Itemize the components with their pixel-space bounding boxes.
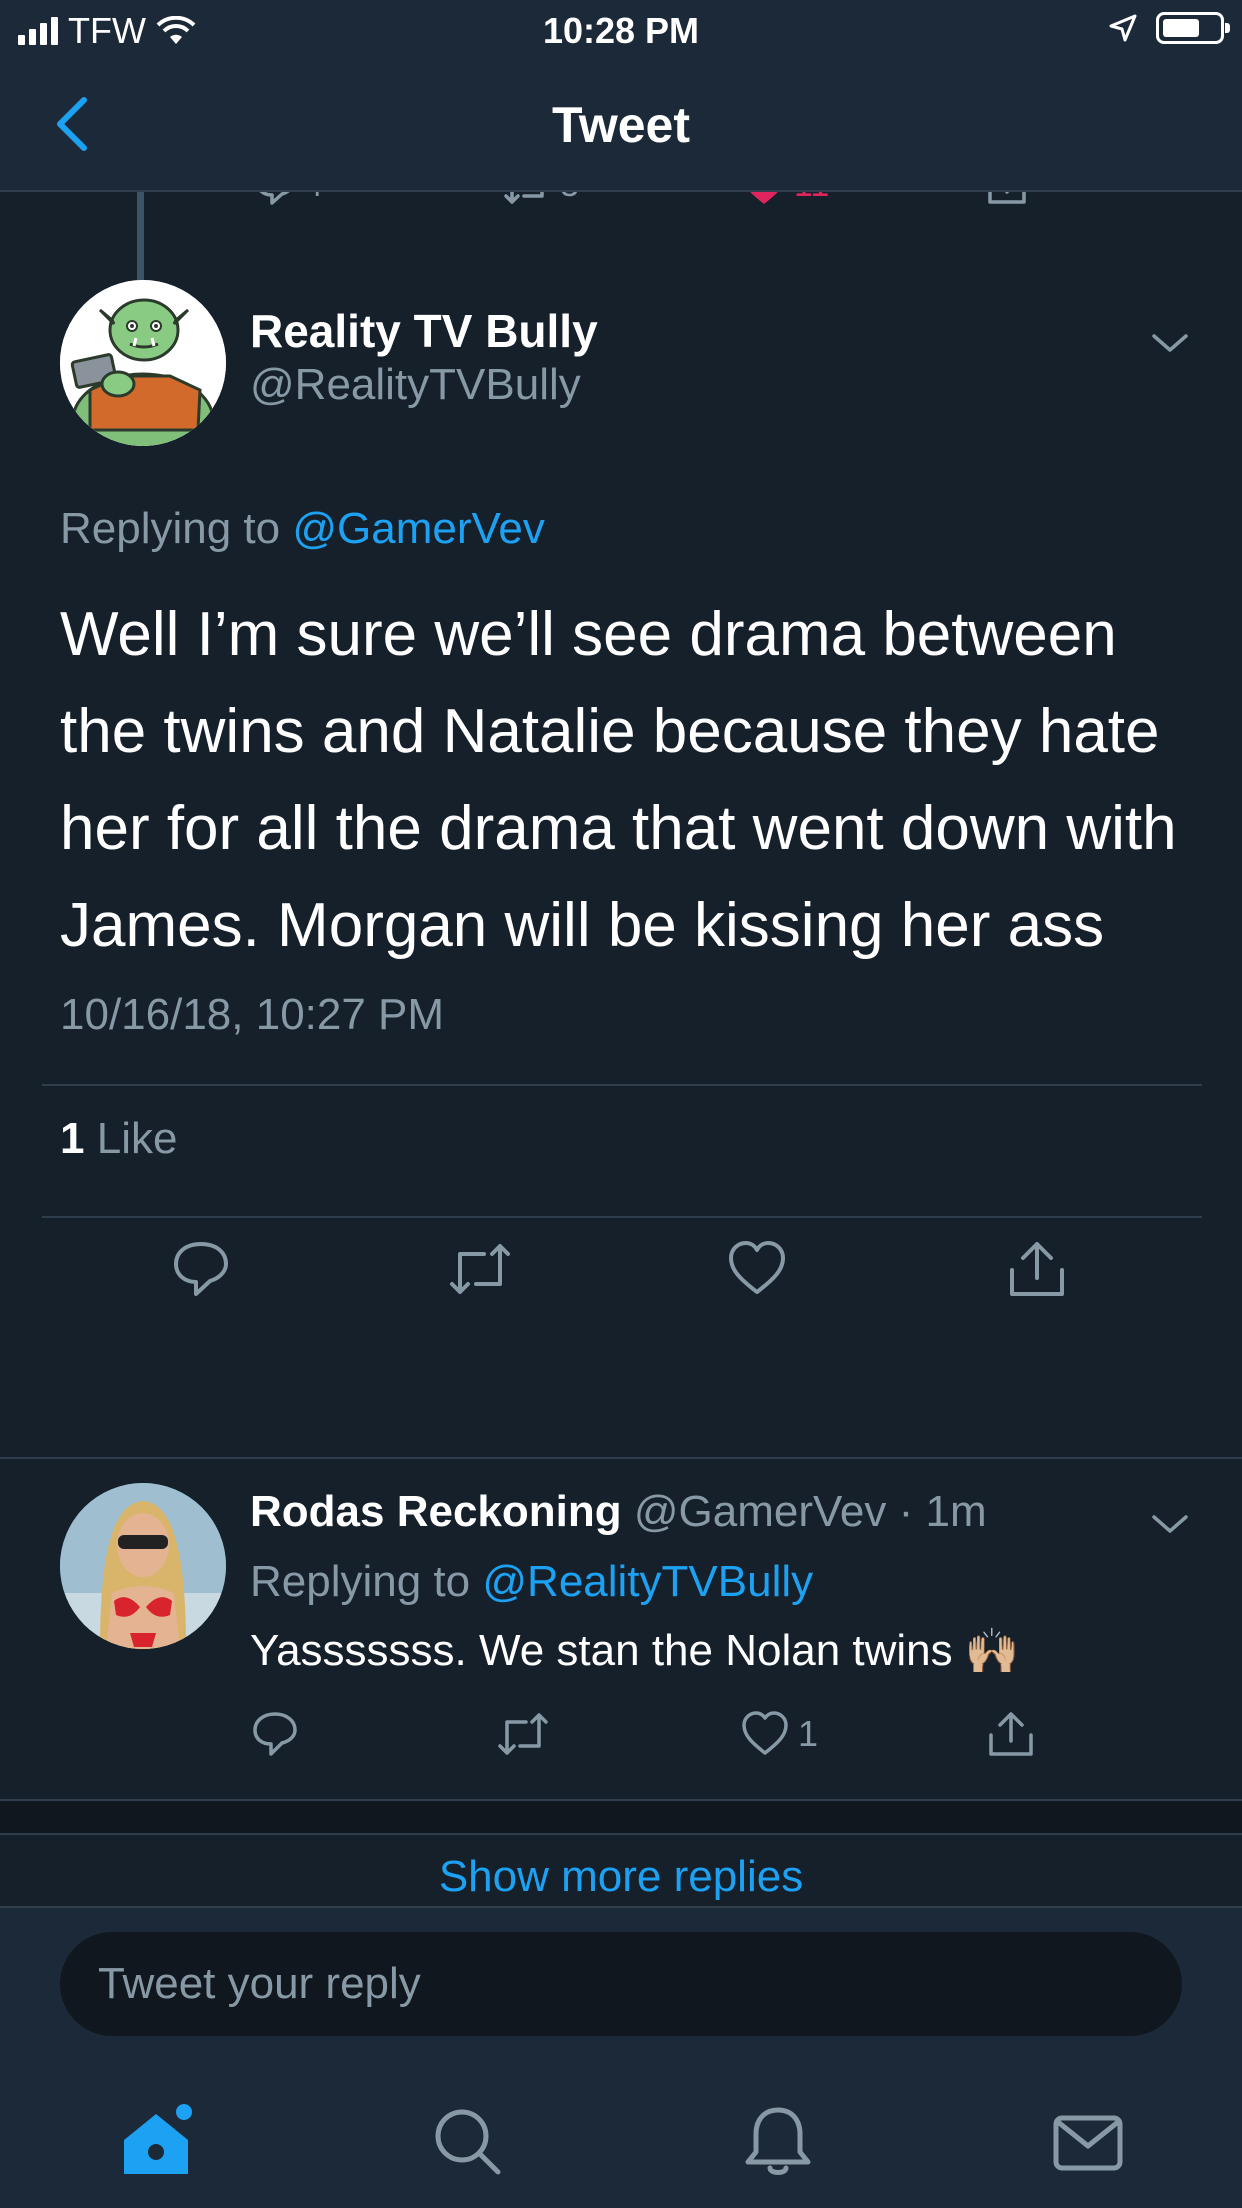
reply-header: Rodas Reckoning @GamerVev · 1m — [250, 1487, 987, 1537]
tweet-detail: 4 3 11 — [0, 192, 1242, 1906]
author-handle[interactable]: @RealityTVBully — [250, 360, 581, 410]
share-button[interactable] — [986, 1709, 1036, 1759]
home-icon[interactable] — [116, 2102, 196, 2182]
replying-mention-link[interactable]: @GamerVev — [292, 504, 545, 553]
tweet-actions — [0, 1238, 1242, 1308]
previous-tweet-actions: 4 3 11 — [0, 192, 1242, 222]
reply-tweet[interactable]: Rodas Reckoning @GamerVev · 1m Replying … — [0, 1457, 1242, 1799]
reply-body: Yasssssss. We stan the Nolan twins — [250, 1626, 953, 1675]
previous-retweet-count: 3 — [560, 192, 579, 205]
replying-to: Replying to @GamerVev — [60, 504, 545, 554]
notifications-icon[interactable] — [738, 2102, 818, 2182]
battery-icon — [1156, 12, 1230, 44]
tweet-timestamp: 10/16/18, 10:27 PM — [60, 990, 445, 1039]
likes-count-link[interactable]: 1 Like — [60, 1114, 177, 1164]
replying-prefix: Replying to — [250, 1557, 471, 1606]
show-more-replies-link[interactable]: Show more replies — [0, 1852, 1242, 1902]
replying-to: Replying to @RealityTVBully — [250, 1557, 813, 1607]
profile-photo — [60, 1483, 226, 1649]
messages-icon[interactable] — [1048, 2102, 1128, 2182]
previous-share-button[interactable] — [984, 192, 1030, 208]
page-title: Tweet — [552, 97, 690, 153]
like-label: Like — [96, 1114, 178, 1163]
heart-icon[interactable] — [726, 1238, 788, 1300]
author-name[interactable]: Reality TV Bully — [250, 304, 598, 358]
location-icon — [1109, 14, 1137, 42]
reply-text: Yasssssss. We stan the Nolan twins 🙌🏼 — [250, 1625, 1019, 1677]
nav-bar: Tweet — [0, 60, 1242, 192]
retweet-icon — [504, 192, 544, 204]
previous-like-button[interactable]: 11 — [740, 192, 829, 208]
avatar[interactable] — [60, 1483, 226, 1649]
heart-icon — [742, 1711, 788, 1755]
previous-reply-count: 4 — [304, 192, 323, 205]
previous-reply-button[interactable]: 4 — [252, 192, 323, 208]
avatar[interactable] — [60, 280, 226, 446]
reply-author-name[interactable]: Rodas Reckoning — [250, 1487, 622, 1536]
raised-hands-emoji: 🙌🏼 — [964, 1627, 1020, 1676]
reply-icon[interactable] — [170, 1238, 232, 1300]
retweet-icon[interactable] — [444, 1238, 516, 1300]
heart-filled-icon — [750, 192, 778, 204]
replying-mention-link[interactable]: @RealityTVBully — [482, 1557, 813, 1606]
share-icon — [989, 1712, 1033, 1756]
previous-like-count: 11 — [794, 192, 829, 205]
clock: 10:28 PM — [542, 10, 700, 51]
ogre-avatar-image — [60, 280, 226, 446]
tab-bar — [0, 2056, 1242, 2208]
tweet-text: Well I’m sure we’ll see drama between th… — [60, 600, 1177, 960]
retweet-button[interactable] — [494, 1709, 552, 1759]
reply-input[interactable] — [60, 1932, 1182, 2036]
retweet-icon — [498, 1713, 548, 1755]
search-icon[interactable] — [428, 2102, 508, 2182]
reply-composer — [0, 1906, 1242, 2056]
reply-meta: @GamerVev · 1m — [633, 1487, 987, 1536]
reply-like-count: 1 — [798, 1713, 819, 1754]
chevron-down-icon[interactable] — [1150, 330, 1190, 356]
reply-icon — [259, 192, 290, 205]
reply-icon — [253, 1712, 297, 1756]
like-count: 1 — [60, 1114, 85, 1163]
divider — [42, 1084, 1202, 1086]
reply-actions: 1 — [0, 1709, 1242, 1765]
chevron-down-icon[interactable] — [1150, 1511, 1190, 1537]
previous-retweet-button[interactable]: 3 — [500, 192, 579, 208]
section-gap — [0, 1799, 1242, 1835]
reply-button[interactable] — [250, 1709, 300, 1759]
replying-prefix: Replying to — [60, 504, 281, 553]
like-button[interactable]: 1 — [740, 1709, 818, 1759]
divider — [42, 1216, 1202, 1218]
share-icon — [988, 192, 1026, 204]
thread-line — [137, 192, 144, 280]
share-icon[interactable] — [1006, 1238, 1068, 1300]
status-bar: TFW 10:28 PM — [0, 0, 1242, 60]
